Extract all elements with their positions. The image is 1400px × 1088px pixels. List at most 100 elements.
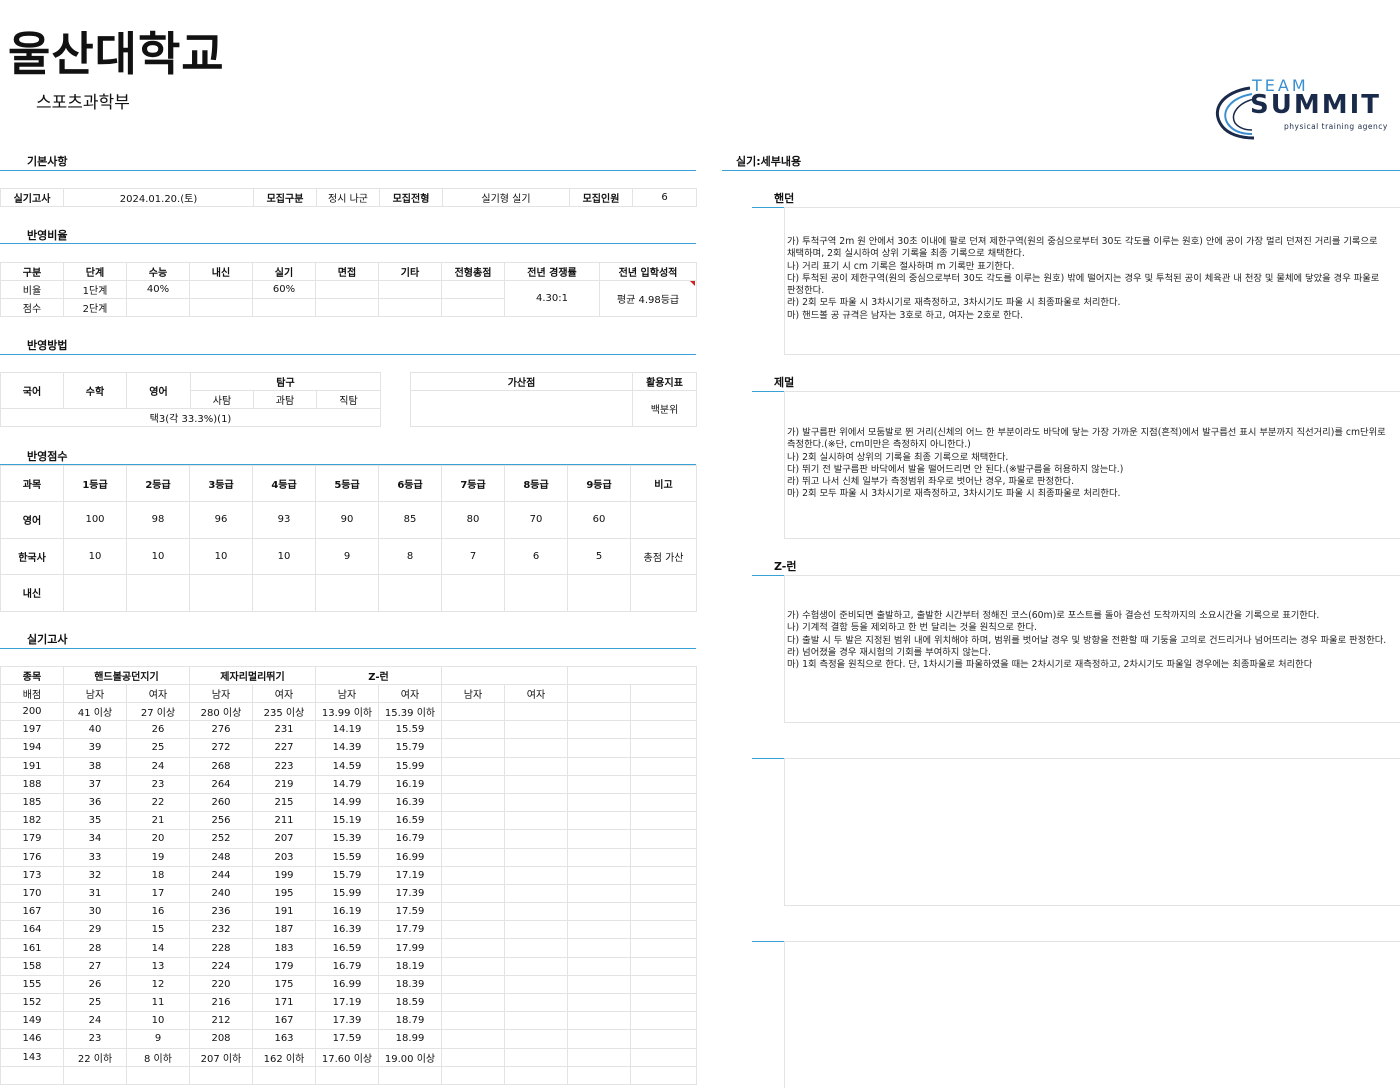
record-cell: 24	[63, 1011, 127, 1031]
section-title-practical: 실기고사	[27, 633, 68, 646]
score-cell: 총점 가산	[630, 537, 697, 575]
score-cell	[378, 574, 442, 612]
empty-cell	[567, 974, 631, 995]
score-cell: 10	[189, 537, 253, 575]
empty-cell	[630, 938, 697, 958]
score-cell: 10	[252, 537, 316, 575]
record-cell: 16.19	[378, 774, 442, 794]
practical-row	[0, 1065, 697, 1085]
record-cell: 207 이하	[189, 1047, 253, 1067]
section-divider	[0, 170, 696, 171]
score-cell	[315, 574, 379, 612]
record-cell: 32	[63, 865, 127, 885]
empty-cell	[630, 756, 697, 776]
exam-label: 실기고사	[0, 188, 64, 207]
score-header: 1등급	[63, 465, 127, 502]
empty-cell	[315, 1065, 379, 1085]
record-cell: 18	[126, 865, 190, 885]
score-cell: 10	[63, 537, 127, 575]
empty-cell	[630, 701, 697, 722]
ratio-cell: 점수	[0, 298, 64, 317]
empty-cell	[630, 1029, 697, 1049]
score-header: 6등급	[378, 465, 442, 502]
empty-cell	[252, 1065, 316, 1085]
record-cell: 227	[252, 738, 316, 758]
record-cell: 228	[189, 938, 253, 958]
record-cell: 27	[63, 956, 127, 976]
record-cell: 15.59	[315, 847, 379, 867]
practical-row: 164 29 15 232 187 16.39 17.79	[0, 920, 697, 940]
record-cell: 15.39	[315, 829, 379, 849]
record-cell: 16.19	[315, 902, 379, 922]
science-header: 과탐	[253, 390, 317, 409]
record-cell: 23	[126, 774, 190, 794]
record-cell: 16	[126, 902, 190, 922]
detail-text-zrun: 가) 수험생이 준비되면 출발하고, 출발한 시간부터 정해진 코스(60m)로…	[787, 610, 1387, 671]
empty-cell	[567, 1011, 631, 1031]
record-cell: 268	[189, 756, 253, 776]
record-cell: 191	[252, 902, 316, 922]
score-header: 4등급	[252, 465, 316, 502]
record-cell: 33	[63, 847, 127, 867]
section-title-method: 반영방법	[27, 339, 68, 352]
practical-table-body: 200 41 이상 27 이상 280 이상 235 이상 13.99 이하 15.39 이…	[0, 701, 697, 1085]
record-cell: 15.79	[378, 738, 442, 758]
score-points: 161	[0, 938, 64, 958]
female-label: 여자	[126, 684, 190, 703]
score-cell: 9	[315, 537, 379, 575]
score-points: 188	[0, 774, 64, 794]
record-cell: 17.99	[378, 938, 442, 958]
record-cell: 26	[126, 720, 190, 740]
record-cell: 220	[189, 974, 253, 995]
ratio-header: 기타	[378, 262, 442, 281]
record-cell: 16.99	[315, 974, 379, 995]
comment-marker-icon	[690, 281, 695, 286]
record-cell: 167	[252, 1011, 316, 1031]
empty-cell	[189, 1065, 253, 1085]
empty-cell	[504, 792, 568, 813]
score-cell	[189, 574, 253, 612]
record-cell: 37	[63, 774, 127, 794]
score-cell	[252, 574, 316, 612]
score-cell: 98	[126, 501, 190, 539]
empty-cell	[567, 701, 631, 722]
score-label: 배점	[0, 684, 64, 703]
subject-name: 한국사	[0, 537, 64, 575]
score-header: 2등급	[126, 465, 190, 502]
empty-cell	[567, 774, 631, 794]
score-cell	[630, 501, 697, 539]
record-cell: 272	[189, 738, 253, 758]
record-cell: 260	[189, 792, 253, 813]
empty-cell	[504, 902, 568, 922]
empty-cell	[630, 865, 697, 885]
record-cell: 16.59	[378, 811, 442, 831]
practical-row: 173 32 18 244 199 15.79 17.19	[0, 865, 697, 885]
score-points: 158	[0, 956, 64, 976]
indicator-header: 활용지표	[632, 372, 697, 391]
record-cell: 18.99	[378, 1029, 442, 1049]
university-title: 울산대학교	[8, 27, 225, 81]
event-label: 종목	[0, 666, 64, 685]
score-cell	[126, 574, 190, 612]
ratio-cell	[378, 298, 442, 317]
score-row: 한국사 10 10 10 10 9 8 7 6 5 총점 가산	[0, 537, 697, 575]
team-summit-logo: TEAM SUMMIT physical training agency	[1208, 76, 1393, 140]
record-cell: 212	[189, 1011, 253, 1031]
empty-cell	[441, 902, 505, 922]
ratio-cell	[252, 298, 316, 317]
subject-name: 내신	[0, 574, 64, 612]
record-cell: 11	[126, 992, 190, 1013]
practical-row: 161 28 14 228 183 16.59 17.99	[0, 938, 697, 958]
detail-title-handball: 핸던	[774, 192, 795, 205]
score-cell: 96	[189, 501, 253, 539]
score-points: 179	[0, 829, 64, 849]
section-divider	[722, 170, 1400, 171]
score-table-body: 영어 100 98 96 93 90 85 80 70 60 한국사 10 10 10 10 9 8 7 6 5 총점 …	[0, 501, 697, 612]
practical-row: 185 36 22 260 215 14.99 16.39	[0, 792, 697, 813]
empty-cell	[441, 792, 505, 813]
score-cell: 6	[504, 537, 568, 575]
empty-cell	[441, 938, 505, 958]
record-cell: 235 이상	[252, 701, 316, 722]
record-cell: 17.59	[378, 902, 442, 922]
ratio-cell	[189, 298, 253, 317]
